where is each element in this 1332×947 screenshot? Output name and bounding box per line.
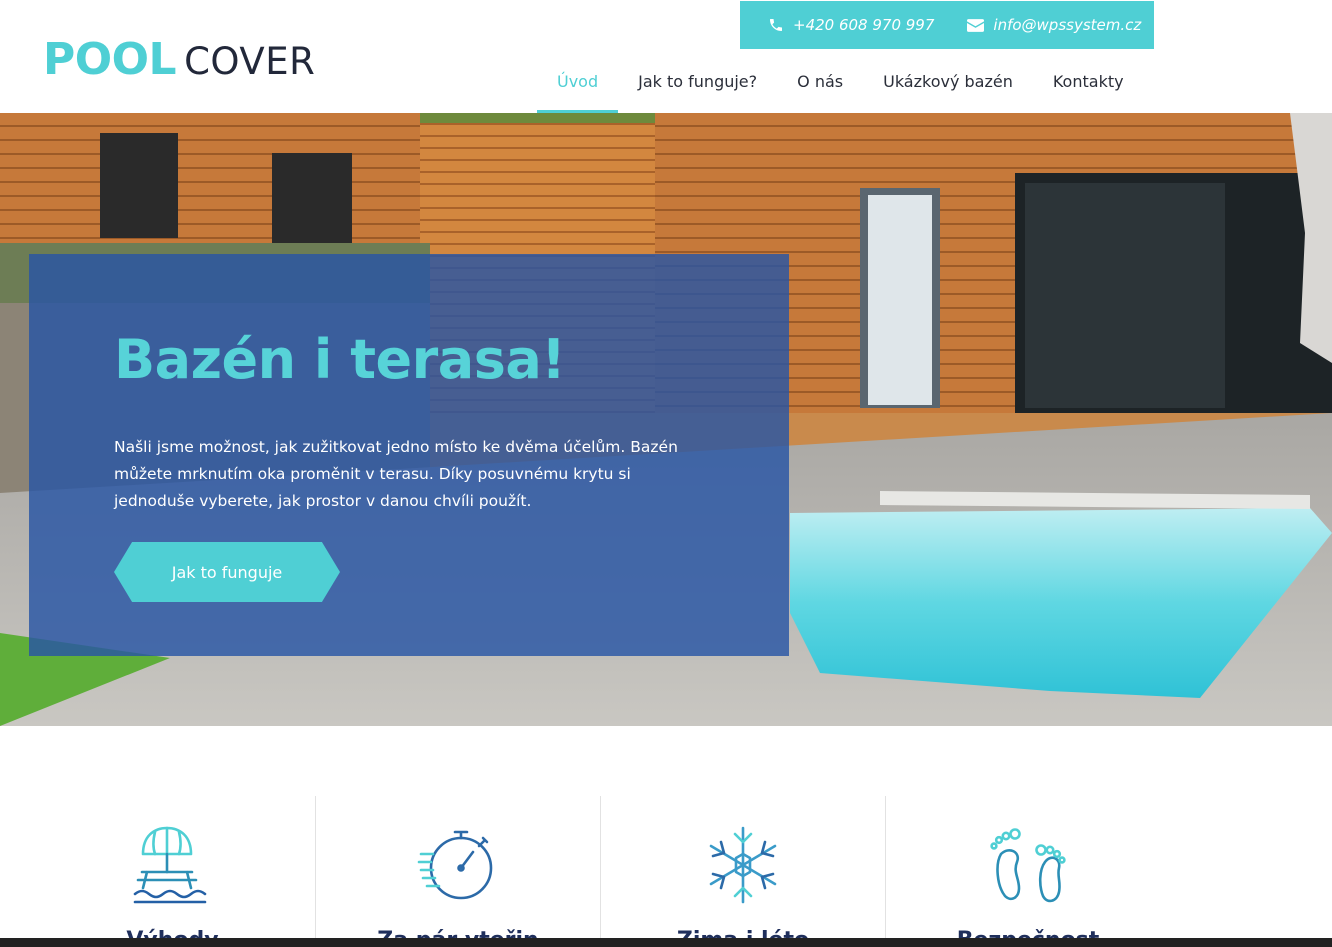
phone-icon <box>770 19 782 31</box>
envelope-icon <box>967 18 985 32</box>
logo-word-cover: COVER <box>184 40 316 83</box>
stopwatch-icon <box>417 830 493 900</box>
logo-word-pool: POOL <box>43 34 177 85</box>
hero-description: Našli jsme možnost, jak zužitkovat jedno… <box>114 438 678 510</box>
footprints-icon <box>990 828 1066 903</box>
hero-title: Bazén i terasa! <box>114 328 566 391</box>
phone-number: +420 608 970 997 <box>793 16 935 34</box>
nav-item-ukazkovy-bazen[interactable]: Ukázkový bazén <box>863 49 1033 113</box>
beach-umbrella-picnic-icon <box>133 826 206 904</box>
contact-bar: +420 608 970 997 info@wpssystem.cz <box>740 1 1154 49</box>
nav-item-kontakty[interactable]: Kontakty <box>1033 49 1144 113</box>
phone-link[interactable]: +420 608 970 997 <box>768 16 934 34</box>
features-section: Výhody Za pár vteřin Zima i lét <box>30 796 1170 947</box>
bottom-bar <box>0 938 1332 947</box>
snowflake-icon <box>709 826 777 904</box>
feature-card[interactable]: Zima i léto <box>600 796 885 947</box>
hero-section: Bazén i terasa! Našli jsme možnost, jak … <box>0 113 1332 726</box>
feature-card[interactable]: Za pár vteřin <box>315 796 600 947</box>
site-header: POOL COVER +420 608 970 997 info@wpssyste… <box>0 0 1332 113</box>
how-it-works-button[interactable]: Jak to funguje <box>114 542 340 602</box>
hero-panel: Bazén i terasa! Našli jsme možnost, jak … <box>29 254 789 656</box>
nav-item-o-nas[interactable]: O nás <box>777 49 863 113</box>
logo[interactable]: POOL COVER <box>43 38 315 82</box>
nav-item-uvod[interactable]: Úvod <box>537 49 619 113</box>
feature-card[interactable]: Výhody <box>30 796 315 947</box>
main-nav: Úvod Jak to funguje? O nás Ukázkový bazé… <box>537 49 1144 113</box>
email-address: info@wpssystem.cz <box>993 16 1142 34</box>
feature-card[interactable]: Bezpečnost <box>885 796 1170 947</box>
nav-item-jak-to-funguje[interactable]: Jak to funguje? <box>618 49 777 113</box>
email-link[interactable]: info@wpssystem.cz <box>967 16 1141 34</box>
